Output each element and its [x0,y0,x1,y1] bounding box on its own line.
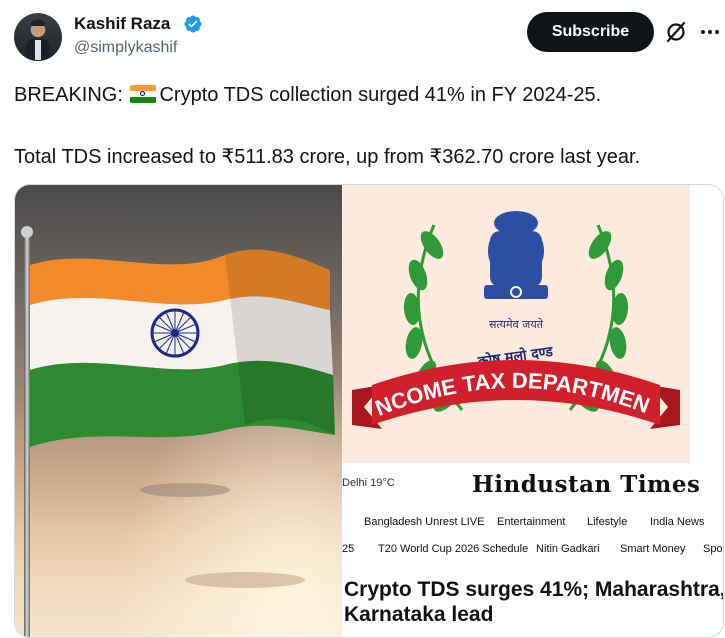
tweet-text-line-2: Total TDS increased to ₹511.83 crore, up… [14,146,641,168]
svg-text:सत्यमेव जयते: सत्यमेव जयते [489,318,544,331]
nav-item[interactable]: Lifestyle [587,516,627,528]
nav-item[interactable]: Bangladesh Unrest LIVE [364,516,484,528]
nav-item[interactable]: T20 World Cup 2026 Schedule [378,543,528,555]
indian-flag-photo [15,185,342,637]
tweet-media-image[interactable]: सत्यमेव जयते कोष मूलो दण्ड INCOME TAX DE… [14,184,724,638]
nav-item[interactable]: India News [650,516,704,528]
nav-item[interactable]: 25 [342,543,354,555]
nav-item[interactable]: Entertainment [497,516,565,528]
nav-item[interactable]: Smart Money [620,543,685,555]
tweet-text-line-1: BREAKING: Crypto TDS collection surged 4… [14,84,601,107]
flag-illustration [15,185,342,637]
avatar[interactable] [14,13,62,61]
more-options-icon[interactable] [698,22,722,42]
headline-line-1: Crypto TDS surges 41%; Maharashtra, [344,578,724,601]
news-headline: Crypto TDS surges 41%; Maharashtra, Karn… [344,577,724,627]
news-screenshot: सत्यमेव जयते कोष मूलो दण्ड INCOME TAX DE… [335,185,724,637]
subscribe-button[interactable]: Subscribe [527,12,654,52]
verified-badge-icon [184,15,202,33]
tweet-headline-text: Crypto TDS collection surged 41% in FY 2… [159,84,602,106]
tweet-header: Kashif Raza @simplykashif Subscribe [0,0,725,70]
india-flag-icon [130,85,157,103]
weather-readout: Delhi 19°C [342,477,395,489]
tweet-breaking-label: BREAKING: [14,84,129,106]
author-name[interactable]: Kashif Raza [74,14,170,34]
grok-icon[interactable] [664,20,688,44]
hindustan-times-logo: Hindustan Times [472,471,701,498]
headline-line-2: Karnataka lead [344,603,494,626]
nav-item[interactable]: Nitin Gadkari [536,543,600,555]
nav-item[interactable]: Spo [703,543,723,555]
author-handle[interactable]: @simplykashif [74,39,177,57]
income-tax-emblem: सत्यमेव जयते कोष मूलो दण्ड INCOME TAX DE… [335,185,690,463]
